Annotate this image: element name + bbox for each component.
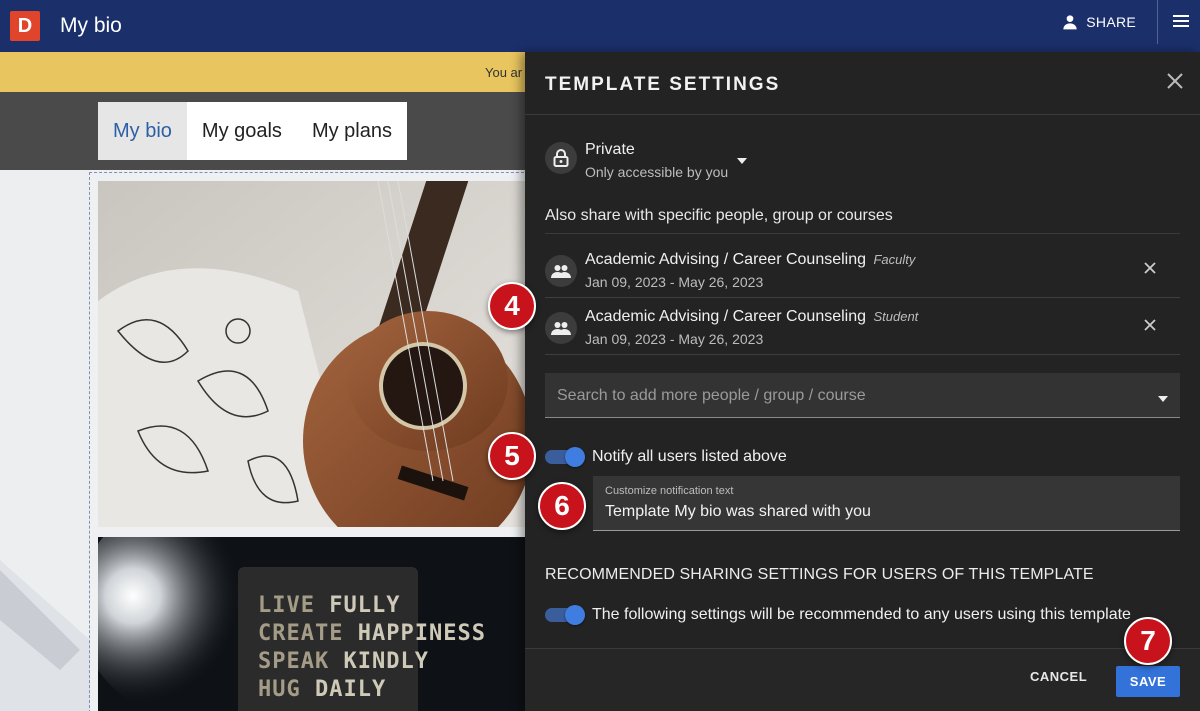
step-badge-5: 5 — [488, 432, 536, 480]
notification-text-label: Customize notification text — [605, 485, 734, 497]
tab-my-goals[interactable]: My goals — [187, 102, 297, 160]
menu-button[interactable] — [1172, 12, 1190, 35]
shared-item-name: Academic Advising / Career Counseling Fa… — [585, 251, 916, 268]
remove-shared-item-button[interactable] — [1144, 261, 1156, 279]
shared-item: Academic Advising / Career Counseling St… — [545, 298, 1180, 355]
hamburger-menu-icon — [1173, 15, 1189, 27]
guitar-photo[interactable] — [98, 181, 525, 527]
tab-my-bio[interactable]: My bio — [98, 102, 187, 160]
share-button[interactable]: SHARE — [1062, 0, 1136, 44]
privacy-dropdown-toggle[interactable] — [737, 151, 747, 169]
notify-users-label: Notify all users listed above — [592, 448, 787, 465]
template-settings-drawer: TEMPLATE SETTINGS Private Only accessibl… — [525, 52, 1200, 711]
group-icon — [551, 265, 571, 278]
shared-item-name: Academic Advising / Career Counseling St… — [585, 308, 919, 325]
step-badge-4: 4 — [488, 282, 536, 330]
notify-users-toggle[interactable] — [545, 447, 585, 467]
menu-divider — [1157, 0, 1158, 44]
person-icon — [1063, 15, 1077, 30]
recommended-settings-heading: RECOMMENDED SHARING SETTINGS FOR USERS O… — [545, 566, 1094, 583]
close-icon — [1144, 319, 1156, 331]
step-badge-7: 7 — [1124, 617, 1172, 665]
caret-down-icon — [1158, 396, 1168, 402]
drawer-title: TEMPLATE SETTINGS — [545, 74, 781, 95]
page-nav-tabs: My bio My goals My plans — [98, 102, 407, 160]
share-list-top-divider — [545, 233, 1180, 234]
close-icon — [1167, 73, 1183, 89]
share-button-label: SHARE — [1086, 14, 1136, 30]
background-page: You ar My bio My goals My plans LIVE FUL… — [0, 52, 525, 711]
shared-item-dates: Jan 09, 2023 - May 26, 2023 — [585, 274, 764, 290]
privacy-description: Only accessible by you — [585, 164, 729, 180]
shared-item-dates: Jan 09, 2023 - May 26, 2023 — [585, 331, 764, 347]
close-icon — [1144, 262, 1156, 274]
group-icon-wrap — [545, 255, 577, 287]
top-app-bar: D My bio SHARE — [0, 0, 1200, 52]
notice-bar: You ar — [0, 52, 525, 92]
privacy-icon-wrap — [545, 142, 577, 174]
app-logo[interactable]: D — [10, 11, 40, 41]
step-badge-6: 6 — [538, 482, 586, 530]
app-title: My bio — [60, 14, 122, 37]
motivational-poster-photo[interactable]: LIVE FULLY CREATE HAPPINESS SPEAK KINDLY… — [98, 537, 525, 711]
privacy-selector[interactable]: Private — [585, 141, 635, 159]
caret-down-icon — [737, 158, 747, 164]
tab-my-plans[interactable]: My plans — [297, 102, 407, 160]
group-icon — [551, 322, 571, 335]
poster-line-4: HUG DAILY — [258, 677, 387, 702]
drawer-footer: CANCEL SAVE — [525, 648, 1200, 711]
guitar-image — [98, 181, 525, 527]
search-dropdown-toggle[interactable] — [1158, 389, 1168, 407]
laptop-corner-image — [0, 170, 90, 711]
lock-icon — [553, 149, 569, 167]
also-share-label: Also share with specific people, group o… — [545, 207, 893, 224]
save-button[interactable]: SAVE — [1116, 666, 1180, 697]
notification-text-field[interactable]: Customize notification text — [593, 476, 1180, 531]
group-icon-wrap — [545, 312, 577, 344]
poster-line-3: SPEAK KINDLY — [258, 649, 429, 674]
toggle-knob — [565, 605, 585, 625]
remove-shared-item-button[interactable] — [1144, 318, 1156, 336]
toggle-knob — [565, 447, 585, 467]
close-drawer-button[interactable] — [1166, 72, 1184, 95]
poster-line-1: LIVE FULLY — [258, 593, 401, 618]
add-people-search[interactable] — [545, 373, 1180, 418]
shared-item: Academic Advising / Career Counseling Fa… — [545, 241, 1180, 298]
search-input[interactable] — [557, 387, 1137, 405]
recommend-settings-label: The following settings will be recommend… — [592, 606, 1131, 623]
title-divider — [525, 114, 1200, 115]
notification-text-input[interactable] — [605, 503, 1165, 521]
poster-line-2: CREATE HAPPINESS — [258, 621, 486, 646]
recommend-settings-toggle[interactable] — [545, 605, 585, 625]
cancel-button[interactable]: CANCEL — [1030, 669, 1087, 684]
notice-text: You ar — [485, 65, 523, 80]
